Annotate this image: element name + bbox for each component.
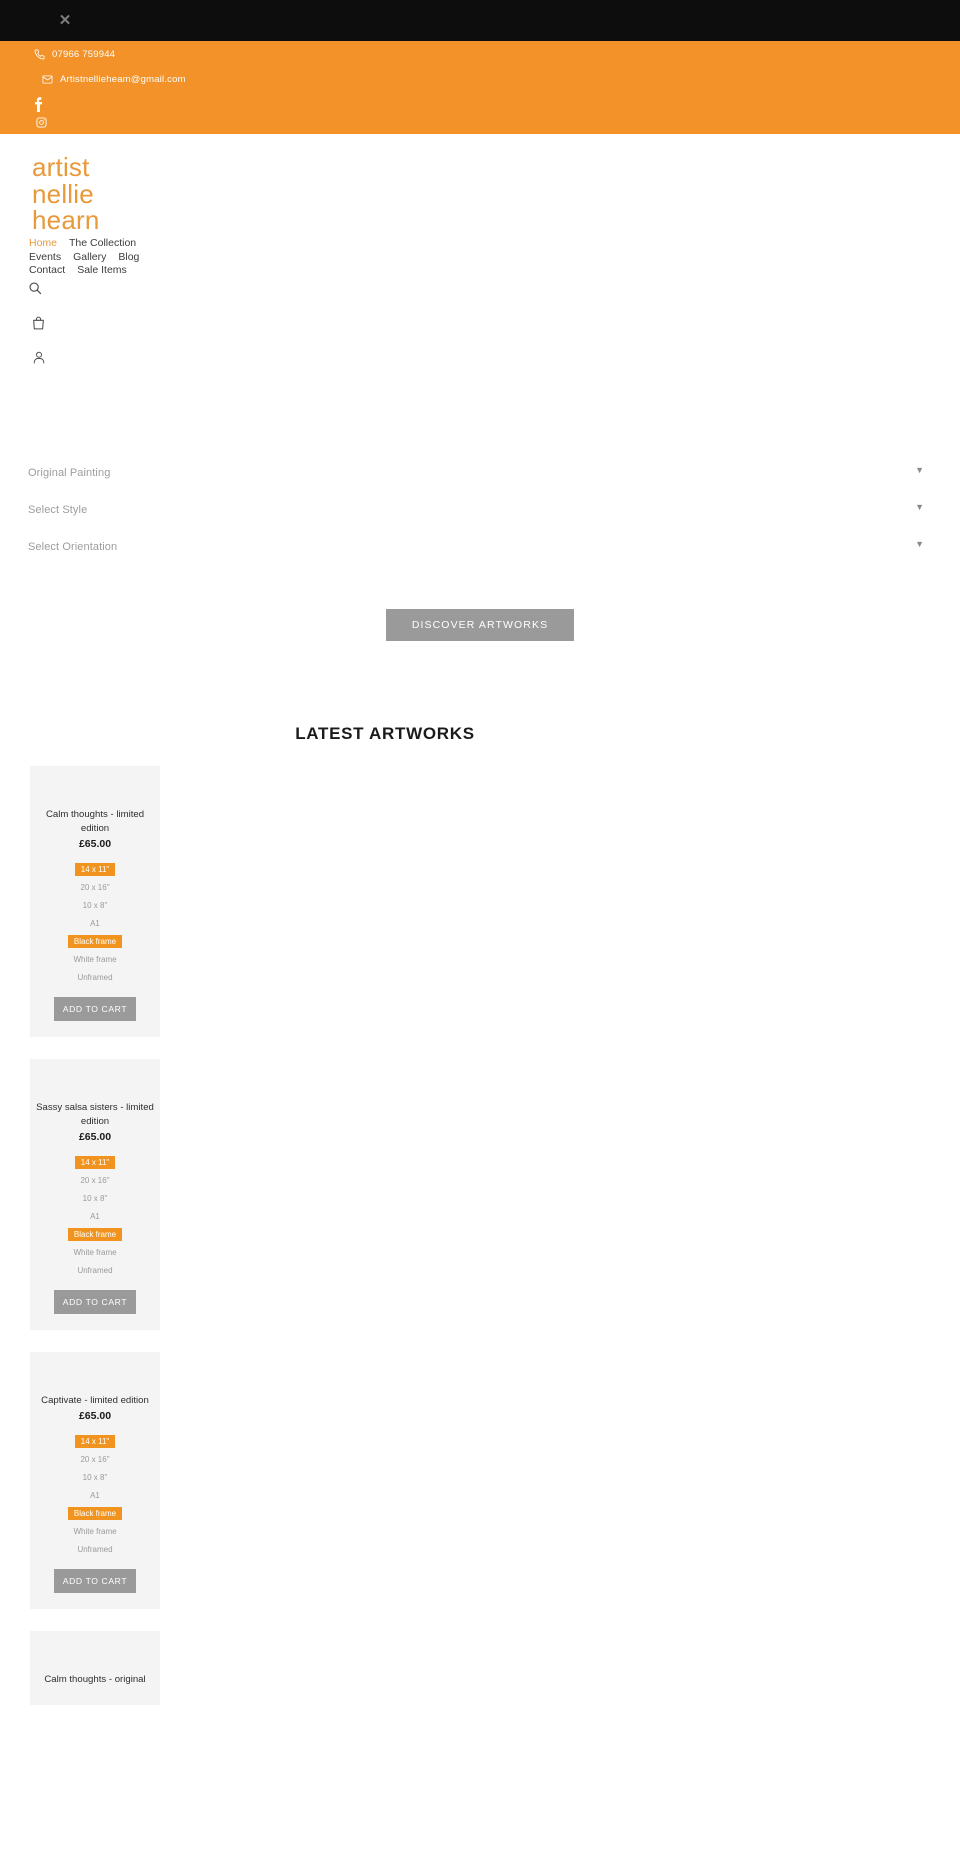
- product-title: Sassy salsa sisters - limited edition: [36, 1102, 154, 1127]
- shopping-bag-icon[interactable]: [32, 316, 45, 335]
- nav-item-blog[interactable]: Blog: [118, 251, 139, 263]
- filter-select-orientation[interactable]: Select Orientation ▼: [28, 528, 932, 565]
- discover-button-row: DISCOVER ARTWORKS: [0, 609, 960, 641]
- filter-label-orientation: Select Orientation: [28, 540, 118, 553]
- add-to-cart-button[interactable]: ADD TO CART: [53, 1290, 137, 1314]
- size-option[interactable]: 20 x 16": [80, 1176, 109, 1185]
- product-price: £65.00: [78, 1131, 112, 1143]
- nav-item-sale-items[interactable]: Sale Items: [77, 264, 127, 276]
- artwork-filter-panel: Original Painting ▼ Select Style ▼ Selec…: [0, 424, 960, 641]
- utility-icon-group: [28, 281, 45, 385]
- phone-contact[interactable]: 07966 759944: [34, 49, 115, 60]
- discover-artworks-button[interactable]: DISCOVER ARTWORKS: [385, 609, 575, 641]
- size-option[interactable]: 10 x 8": [83, 1473, 108, 1482]
- filter-select-style[interactable]: Select Style ▼: [28, 491, 932, 528]
- frame-option[interactable]: Black frame: [67, 935, 123, 948]
- chevron-down-icon[interactable]: ▼: [915, 502, 924, 512]
- phone-number: 07966 759944: [52, 49, 116, 60]
- frame-option[interactable]: White frame: [73, 1527, 116, 1536]
- close-icon[interactable]: ✕: [58, 13, 72, 28]
- size-option[interactable]: 14 x 11": [74, 1156, 116, 1169]
- search-icon[interactable]: [28, 281, 45, 300]
- size-option[interactable]: A1: [90, 1491, 100, 1500]
- size-option[interactable]: 10 x 8": [83, 901, 108, 910]
- chevron-down-icon[interactable]: ▼: [915, 539, 924, 549]
- chevron-down-icon[interactable]: ▼: [915, 465, 924, 475]
- email-address: Artistnellieheam@gmail.com: [60, 74, 186, 85]
- size-option[interactable]: A1: [90, 919, 100, 928]
- logo-line-2: nellie: [32, 178, 94, 209]
- contact-bar: 07966 759944 Artistnellieheam@gmail.com: [0, 41, 960, 134]
- filter-label-category: Original Painting: [28, 466, 111, 479]
- nav-item-the-collection[interactable]: The Collection: [69, 237, 136, 249]
- nav-item-home[interactable]: Home: [29, 237, 57, 249]
- logo-line-3: hearn: [32, 205, 100, 236]
- section-title-latest-artworks: LATEST ARTWORKS: [295, 724, 475, 743]
- logo-line-1: artist: [32, 152, 90, 182]
- frame-option[interactable]: White frame: [73, 1248, 116, 1257]
- announcement-bar: ✕: [0, 0, 960, 41]
- phone-icon: [34, 49, 45, 60]
- size-option[interactable]: 10 x 8": [83, 1194, 108, 1203]
- product-card[interactable]: Calm thoughts - limited edition £65.00 14 …: [30, 766, 160, 1037]
- product-card[interactable]: Sassy salsa sisters - limited edition £65…: [30, 1059, 160, 1330]
- add-to-cart-button[interactable]: ADD TO CART: [53, 1569, 137, 1593]
- size-option[interactable]: 14 x 11": [74, 1435, 116, 1448]
- envelope-icon: [42, 74, 53, 85]
- size-option[interactable]: A1: [90, 1212, 100, 1221]
- add-to-cart-button[interactable]: ADD TO CART: [53, 997, 137, 1021]
- product-card[interactable]: Calm thoughts - original: [30, 1631, 160, 1705]
- site-logo[interactable]: artist nellie hearn: [32, 154, 100, 234]
- frame-option[interactable]: White frame: [73, 955, 116, 964]
- size-option[interactable]: 14 x 11": [74, 863, 116, 876]
- frame-option[interactable]: Black frame: [67, 1507, 123, 1520]
- nav-item-gallery[interactable]: Gallery: [73, 251, 106, 263]
- size-option[interactable]: 20 x 16": [80, 883, 109, 892]
- account-icon[interactable]: [33, 351, 45, 369]
- frame-option[interactable]: Unframed: [77, 1266, 112, 1275]
- product-price: £65.00: [78, 838, 112, 850]
- size-option[interactable]: 20 x 16": [80, 1455, 109, 1464]
- main-navigation: Home The Collection Events Gallery Blog Con…: [29, 237, 279, 278]
- site-header: artist nellie hearn Home The Collection E…: [0, 134, 960, 424]
- frame-option[interactable]: Unframed: [77, 1545, 112, 1554]
- instagram-icon[interactable]: [36, 115, 47, 133]
- product-price: £65.00: [78, 1410, 112, 1422]
- email-contact[interactable]: Artistnellieheam@gmail.com: [42, 74, 186, 85]
- filter-label-style: Select Style: [28, 503, 88, 516]
- frame-option[interactable]: Black frame: [67, 1228, 123, 1241]
- filter-select-category[interactable]: Original Painting ▼: [28, 454, 932, 491]
- nav-item-contact[interactable]: Contact: [29, 264, 65, 276]
- frame-option[interactable]: Unframed: [77, 973, 112, 982]
- product-title: Calm thoughts - original: [44, 1674, 146, 1685]
- nav-item-events[interactable]: Events: [29, 251, 61, 263]
- product-list: Calm thoughts - limited edition £65.00 14 …: [0, 766, 960, 1705]
- product-title: Captivate - limited edition: [41, 1395, 149, 1406]
- product-card[interactable]: Captivate - limited edition £65.00 14 x 11…: [30, 1352, 160, 1609]
- product-title: Calm thoughts - limited edition: [45, 809, 145, 834]
- facebook-icon[interactable]: [33, 97, 43, 117]
